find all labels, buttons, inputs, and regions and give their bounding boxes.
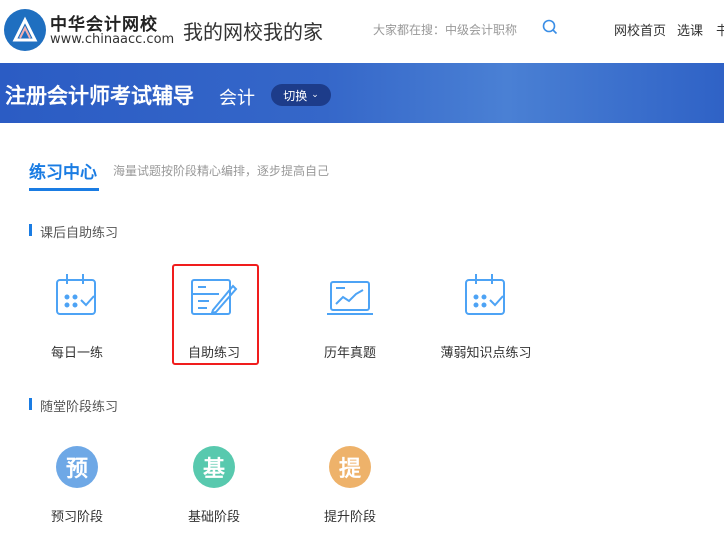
search-input[interactable]: 大家都在搜：中级会计职称 <box>373 21 517 38</box>
section-title: 课后自助练习 <box>40 226 119 241</box>
nav-home[interactable]: 网校首页 <box>614 20 666 39</box>
stage-label: 提升阶段 <box>323 510 376 525</box>
slogan: 我的网校我的家 <box>183 20 323 44</box>
banner-subject: 会计 <box>219 88 255 109</box>
item-weak-points[interactable]: 薄弱知识点练习 <box>436 268 536 363</box>
tab-description: 海量试题按阶段精心编排，逐步提高自己 <box>113 164 330 178</box>
calendar-check-icon <box>52 270 102 320</box>
section-marker <box>29 224 32 236</box>
stage-icon: 基 <box>193 446 235 488</box>
stage-label: 基础阶段 <box>187 510 240 525</box>
calendar-check-icon <box>461 270 511 320</box>
banner-title: 注册会计师考试辅导 <box>5 84 194 108</box>
chevron-down-icon: ⌄ <box>311 90 319 100</box>
item-daily-practice[interactable]: 每日一练 <box>27 268 127 363</box>
section-marker <box>29 398 32 410</box>
item-label: 每日一练 <box>50 346 103 361</box>
stage-icon: 提 <box>329 446 371 488</box>
stage-label: 预习阶段 <box>50 510 103 525</box>
stage-basic[interactable]: 基 基础阶段 <box>164 446 264 526</box>
item-past-exams[interactable]: 历年真题 <box>300 268 400 363</box>
item-label: 薄弱知识点练习 <box>440 346 532 361</box>
nav-books[interactable]: 书 <box>716 20 724 39</box>
search-icon[interactable] <box>542 19 558 35</box>
nav-courses[interactable]: 选课 <box>677 20 703 39</box>
stage-icon: 预 <box>56 446 98 488</box>
highlight-box <box>172 264 259 365</box>
tab-practice-center[interactable]: 练习中心 <box>29 158 97 183</box>
stage-advanced[interactable]: 提 提升阶段 <box>300 446 400 526</box>
laptop-chart-icon <box>325 270 375 320</box>
tab-underline <box>29 188 99 191</box>
logo-url[interactable]: www.chinaacc.com <box>50 32 174 47</box>
stage-preview[interactable]: 预 预习阶段 <box>27 446 127 526</box>
section-title: 随堂阶段练习 <box>40 400 119 415</box>
item-label: 历年真题 <box>323 346 376 361</box>
logo-icon[interactable] <box>4 9 46 51</box>
switch-label: 切换 <box>283 88 308 103</box>
switch-button[interactable]: 切换 ⌄ <box>271 84 331 106</box>
